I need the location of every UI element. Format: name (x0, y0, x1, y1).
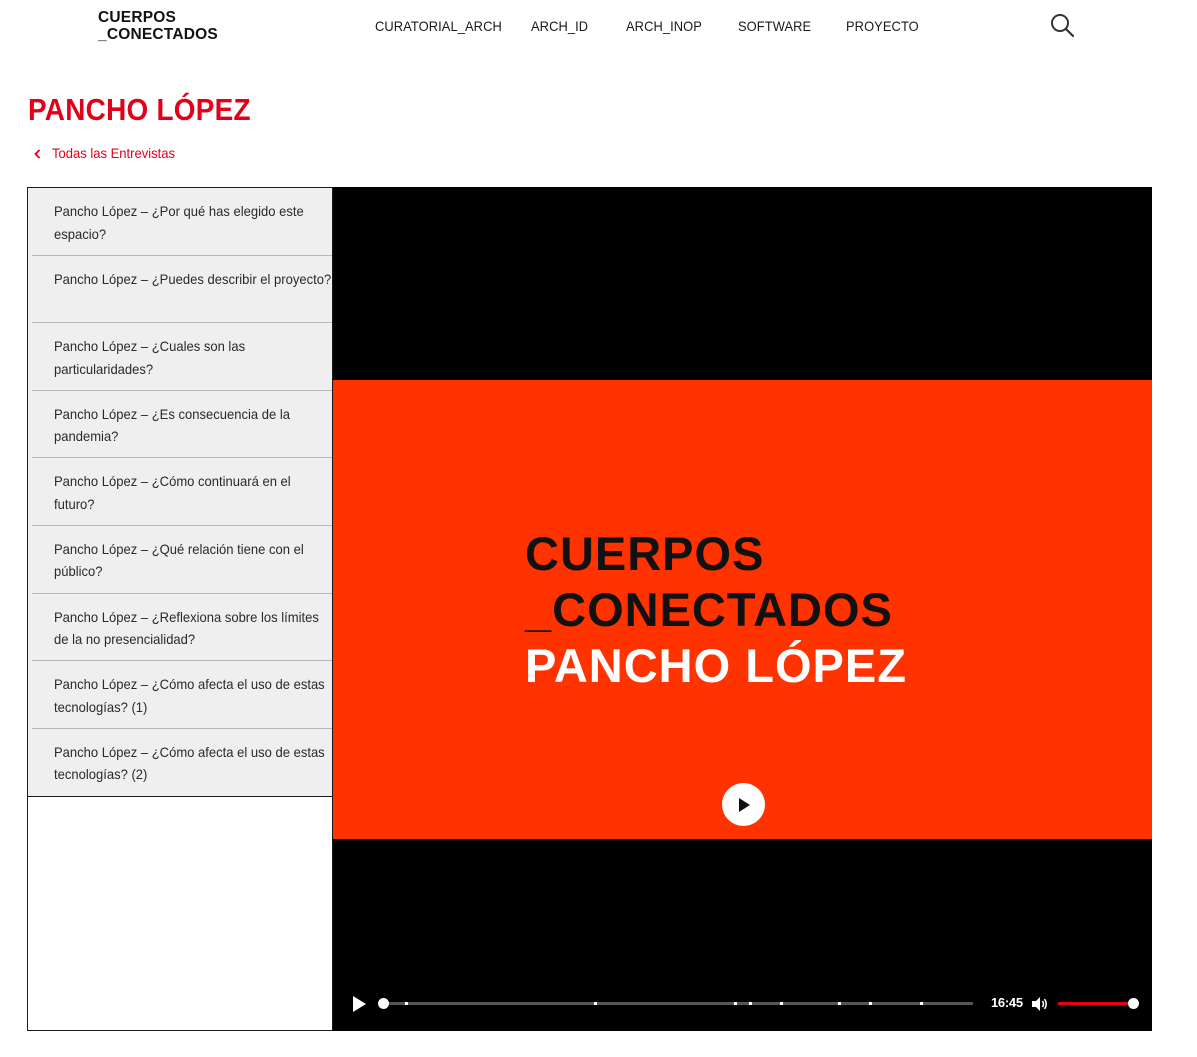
back-link-label: Todas las Entrevistas (52, 145, 176, 161)
chapter-marker (594, 1002, 597, 1005)
big-play-button[interactable] (722, 783, 765, 826)
title-card-line-1: CUERPOS (525, 527, 765, 580)
search-icon[interactable] (1049, 12, 1075, 38)
interview-item-8[interactable]: Pancho López – ¿Cómo afecta el uso de es… (32, 661, 332, 729)
chapter-marker (734, 1002, 737, 1005)
interview-list: Pancho López – ¿Por qué has elegido este… (28, 188, 332, 798)
chapter-marker (780, 1002, 783, 1005)
video-frame[interactable]: CUERPOS _CONECTADOS PANCHO LÓPEZ (333, 380, 1152, 839)
video-player[interactable]: CUERPOS _CONECTADOS PANCHO LÓPEZ 16:45 (333, 187, 1152, 1031)
nav-curatorial-arch[interactable]: CURATORIAL_ARCH (375, 18, 502, 34)
nav-software[interactable]: SOFTWARE (738, 18, 811, 34)
interview-item-5[interactable]: Pancho López – ¿Cómo continuará en el fu… (32, 458, 332, 526)
back-to-interviews-link[interactable]: Todas las Entrevistas (33, 145, 184, 161)
title-card-line-2: _CONECTADOS (525, 583, 893, 636)
chapter-marker (920, 1002, 923, 1005)
interview-item-6[interactable]: Pancho López – ¿Qué relación tiene con e… (32, 526, 332, 594)
interview-item-9[interactable]: Pancho López – ¿Cómo afecta el uso de es… (32, 729, 332, 797)
chapter-marker (838, 1002, 841, 1005)
site-logo[interactable]: CUERPOS _CONECTADOS (98, 9, 218, 43)
progress-handle[interactable] (378, 998, 389, 1009)
chevron-left-icon (33, 147, 42, 159)
title-card-line-3: PANCHO LÓPEZ (525, 639, 907, 692)
volume-handle[interactable] (1128, 998, 1139, 1009)
video-title-card: CUERPOS _CONECTADOS PANCHO LÓPEZ (525, 526, 907, 694)
volume-icon[interactable] (1031, 996, 1049, 1012)
duration-label: 16:45 (991, 995, 1023, 1010)
volume-slider[interactable] (1058, 998, 1139, 1009)
chapter-marker (749, 1002, 752, 1005)
nav-proyecto[interactable]: PROYECTO (846, 18, 919, 34)
interview-item-1[interactable]: Pancho López – ¿Por qué has elegido este… (32, 188, 332, 256)
play-icon (353, 996, 366, 1012)
progress-bar[interactable] (378, 998, 973, 1009)
interview-sidebar: Pancho López – ¿Por qué has elegido este… (27, 187, 333, 1031)
nav-arch-id[interactable]: ARCH_ID (531, 18, 588, 34)
interview-item-3[interactable]: Pancho López – ¿Cuales son las particula… (32, 323, 332, 391)
video-controls: 16:45 (333, 987, 1152, 1021)
logo-line-2: _CONECTADOS (98, 26, 218, 43)
logo-line-1: CUERPOS (98, 9, 177, 26)
chapter-marker (405, 1002, 408, 1005)
interview-item-4[interactable]: Pancho López – ¿Es consecuencia de la pa… (32, 391, 332, 459)
page-title: PANCHO LÓPEZ (28, 92, 251, 127)
interview-item-7[interactable]: Pancho López – ¿Reflexiona sobre los lím… (32, 594, 332, 662)
interview-item-2[interactable]: Pancho López – ¿Puedes describir el proy… (32, 256, 332, 324)
play-button[interactable] (351, 995, 367, 1013)
play-icon (738, 797, 750, 812)
chapter-marker (869, 1002, 872, 1005)
nav-arch-inop[interactable]: ARCH_INOP (626, 18, 702, 34)
